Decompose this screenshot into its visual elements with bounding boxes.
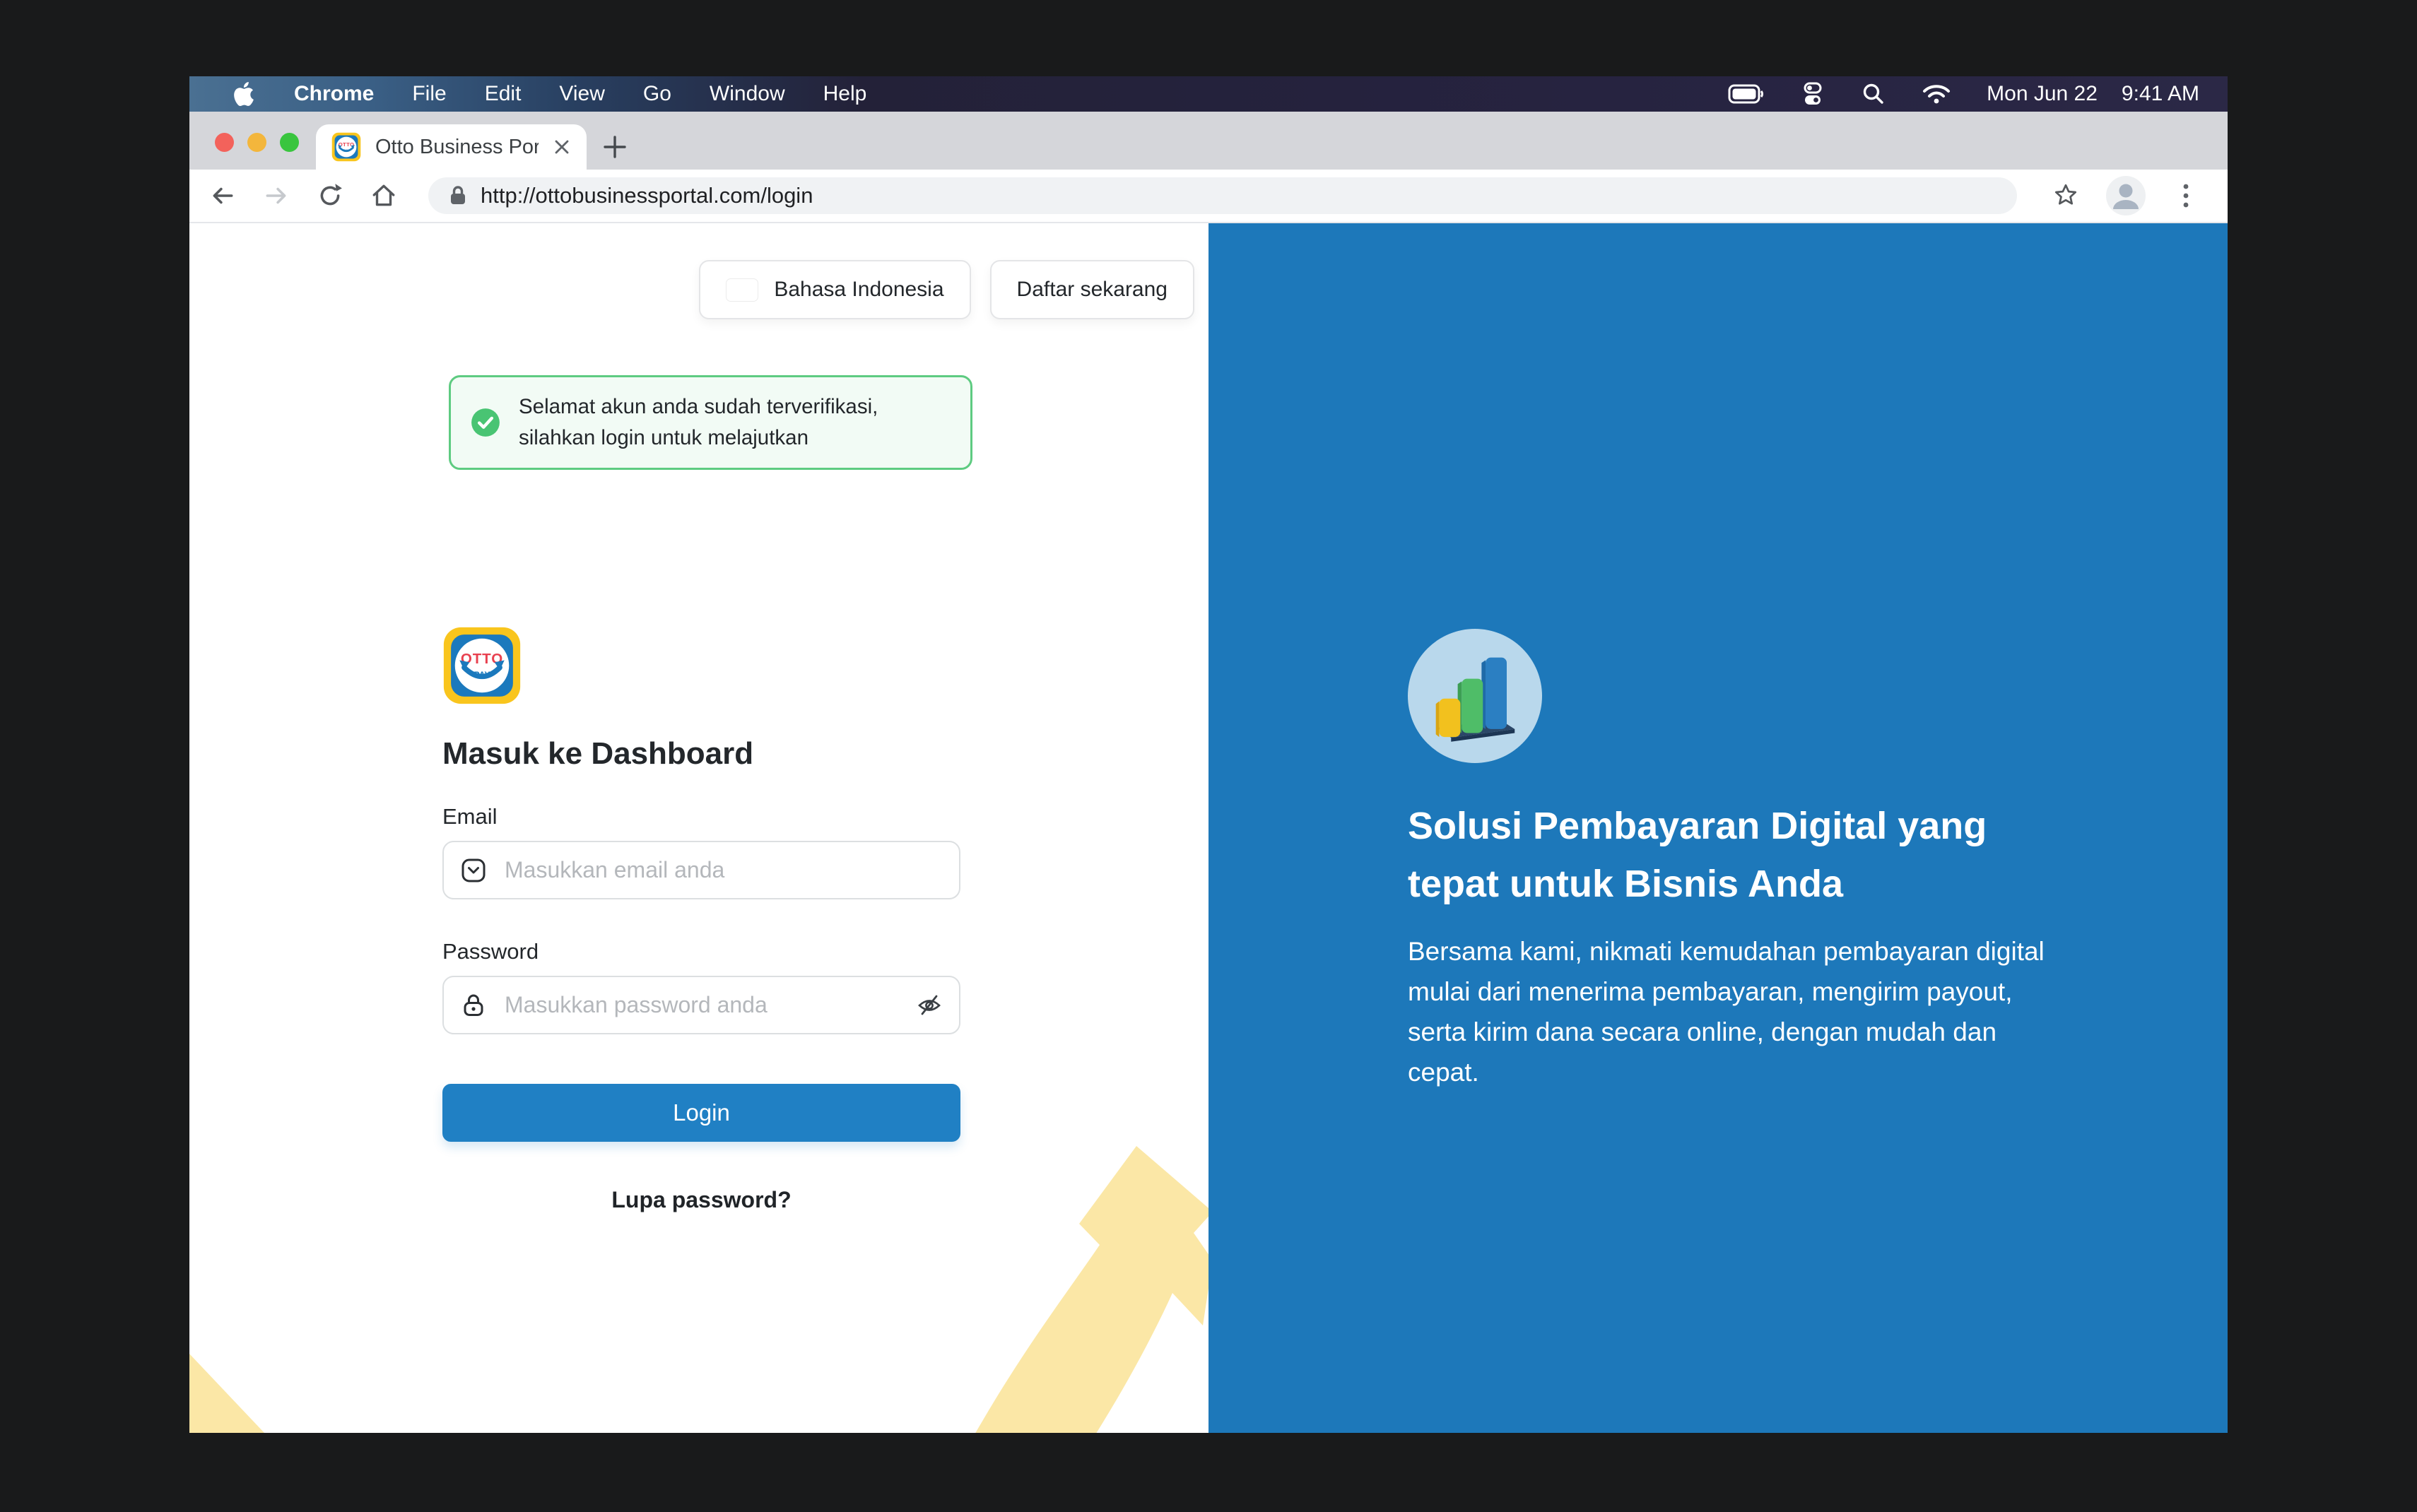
browser-menu-icon[interactable] (2172, 182, 2199, 209)
toggle-password-visibility-button[interactable] (915, 991, 943, 1020)
wifi-icon[interactable] (1922, 82, 1951, 106)
password-field-wrap (442, 976, 960, 1034)
corner-triangle-graphic (189, 1354, 264, 1433)
hero-block: Solusi Pembayaran Digital yang tepat unt… (1408, 629, 2072, 1092)
hero-heading: Solusi Pembayaran Digital yang tepat unt… (1408, 797, 2065, 913)
menu-item-view[interactable]: View (559, 82, 604, 106)
menu-item-file[interactable]: File (412, 82, 446, 106)
login-heading: Masuk ke Dashboard (442, 736, 960, 772)
window-close-button[interactable] (215, 133, 234, 152)
address-bar[interactable]: http://ottobusinessportal.com/login (428, 177, 2017, 214)
forward-icon[interactable] (263, 182, 290, 209)
control-center-icon[interactable] (1800, 81, 1825, 107)
login-button[interactable]: Login (442, 1084, 960, 1142)
new-tab-button[interactable] (596, 129, 633, 165)
macos-screen: Chrome File Edit View Go Window Help (189, 76, 2228, 1433)
padlock-icon[interactable] (448, 184, 468, 207)
tab-favicon-otto-icon (331, 132, 361, 162)
forgot-password-link[interactable]: Lupa password? (442, 1187, 960, 1213)
eye-slash-icon (915, 991, 943, 1020)
window-zoom-button[interactable] (280, 133, 299, 152)
spotlight-search-icon[interactable] (1861, 81, 1886, 107)
menu-time: 9:41 AM (2122, 82, 2199, 106)
battery-icon[interactable] (1728, 82, 1765, 106)
apple-menu-icon[interactable] (232, 82, 256, 106)
menu-item-go[interactable]: Go (643, 82, 671, 106)
menu-date: Mon Jun 22 (1987, 82, 2098, 106)
url-text: http://ottobusinessportal.com/login (481, 183, 813, 208)
tab-strip: Otto Business Portal (189, 112, 2228, 170)
menu-bar-clock[interactable]: Mon Jun 22 9:41 AM (1987, 82, 2199, 106)
login-panel: Bahasa Indonesia Daftar sekarang Selamat… (189, 222, 1208, 1433)
language-button-label: Bahasa Indonesia (774, 278, 943, 302)
bookmark-star-icon[interactable] (2052, 182, 2079, 209)
macos-menu-bar: Chrome File Edit View Go Window Help (189, 76, 2228, 112)
language-button[interactable]: Bahasa Indonesia (699, 260, 970, 319)
menu-item-chrome[interactable]: Chrome (294, 82, 374, 106)
indonesia-flag-icon (726, 278, 758, 302)
ottopay-logo (442, 626, 522, 705)
email-icon (461, 858, 486, 883)
page-content: Bahasa Indonesia Daftar sekarang Selamat… (189, 222, 2228, 1433)
email-input[interactable] (442, 841, 960, 899)
menu-item-help[interactable]: Help (823, 82, 867, 106)
email-field-wrap (442, 841, 960, 899)
register-button-label: Daftar sekarang (1017, 278, 1168, 302)
success-alert: Selamat akun anda sudah terverifikasi, s… (449, 375, 972, 470)
menu-item-window[interactable]: Window (710, 82, 785, 106)
back-icon[interactable] (209, 182, 236, 209)
password-input[interactable] (442, 976, 960, 1034)
register-button[interactable]: Daftar sekarang (990, 260, 1194, 319)
window-minimize-button[interactable] (247, 133, 266, 152)
tab-title: Otto Business Portal (375, 136, 539, 159)
top-actions: Bahasa Indonesia Daftar sekarang (699, 260, 1194, 319)
bar-chart-illustration (1408, 629, 1542, 763)
check-circle-icon (471, 408, 500, 437)
profile-avatar[interactable] (2106, 176, 2146, 215)
lock-icon (461, 993, 486, 1018)
tab-close-icon[interactable] (553, 138, 571, 156)
reload-icon[interactable] (317, 182, 343, 209)
login-form: Masuk ke Dashboard Email Password (442, 626, 960, 1213)
browser-toolbar: http://ottobusinessportal.com/login (189, 170, 2228, 222)
home-icon[interactable] (370, 182, 397, 209)
growth-arrow-graphic (912, 1133, 1208, 1433)
email-label: Email (442, 804, 960, 829)
success-alert-text: Selamat akun anda sudah terverifikasi, s… (519, 391, 951, 454)
menu-item-edit[interactable]: Edit (485, 82, 522, 106)
hero-panel: Solusi Pembayaran Digital yang tepat unt… (1208, 222, 2228, 1433)
hero-body-text: Bersama kami, nikmati kemudahan pembayar… (1408, 931, 2065, 1092)
browser-tab[interactable]: Otto Business Portal (316, 124, 587, 170)
password-label: Password (442, 939, 960, 964)
